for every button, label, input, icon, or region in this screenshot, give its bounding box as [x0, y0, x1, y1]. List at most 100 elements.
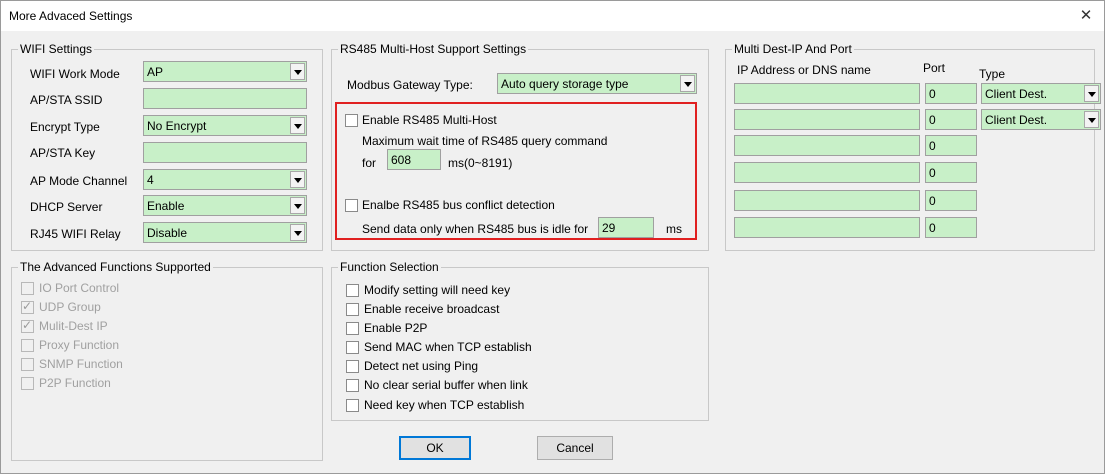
dest-port-field[interactable]: 0	[925, 162, 977, 183]
dest-port-value: 0	[929, 166, 936, 180]
dest-port-field[interactable]: 0	[925, 190, 977, 211]
receive-broadcast-label: Enable receive broadcast	[364, 302, 500, 316]
window-title: More Advaced Settings	[9, 9, 133, 23]
dest-type-value: Client Dest.	[985, 87, 1048, 101]
multihost-label: Enable RS485 Multi-Host	[362, 113, 497, 127]
multi-dest-checkbox: ✓	[21, 318, 34, 333]
enable-p2p-label: Enable P2P	[364, 321, 428, 335]
function-selection-title: Function Selection	[338, 260, 441, 274]
dest-port-value: 0	[929, 87, 936, 101]
dhcp-value: Enable	[147, 199, 185, 213]
key-field[interactable]	[143, 142, 307, 163]
dest-ip-field[interactable]	[734, 217, 920, 238]
gateway-label: Modbus Gateway Type:	[347, 78, 473, 92]
advanced-functions-title: The Advanced Functions Supported	[18, 260, 213, 274]
encrypt-label: Encrypt Type	[30, 120, 100, 134]
chevron-down-icon[interactable]	[680, 75, 695, 92]
udp-group-label: UDP Group	[39, 300, 101, 314]
idle-time-unit: ms	[666, 222, 682, 236]
dest-port-field[interactable]: 0	[925, 217, 977, 238]
dest-ip-field[interactable]	[734, 83, 920, 104]
enable-p2p-checkbox[interactable]	[346, 322, 359, 335]
port-column-header: Port	[923, 61, 946, 75]
ip-column-header: IP Address or DNS name	[737, 63, 871, 77]
key-label: AP/STA Key	[30, 146, 96, 160]
chevron-down-icon[interactable]	[290, 63, 305, 80]
dest-type-select[interactable]: Client Dest.	[981, 83, 1101, 104]
wait-time-value: 608	[391, 153, 412, 167]
type-column-header: Type	[979, 67, 1006, 81]
wifi-settings-title: WIFI Settings	[18, 42, 95, 56]
chevron-down-icon[interactable]	[1084, 111, 1099, 128]
send-mac-checkbox[interactable]	[346, 341, 359, 354]
dest-ip-field[interactable]	[734, 162, 920, 183]
dest-port-value: 0	[929, 113, 936, 127]
detect-ping-label: Detect net using Ping	[364, 359, 479, 373]
io-port-checkbox	[21, 282, 34, 295]
dest-type-select[interactable]: Client Dest.	[981, 109, 1101, 130]
dest-type-value: Client Dest.	[985, 113, 1048, 127]
dhcp-label: DHCP Server	[30, 200, 103, 214]
work-mode-select[interactable]: AP	[143, 61, 307, 82]
io-port-label: IO Port Control	[39, 281, 120, 295]
ssid-label: AP/STA SSID	[30, 93, 103, 107]
ssid-field[interactable]	[143, 88, 307, 109]
need-key-tcp-checkbox[interactable]	[346, 399, 359, 412]
dest-port-field[interactable]: 0	[925, 109, 977, 130]
checkmark-icon: ✓	[22, 318, 33, 332]
snmp-label: SNMP Function	[39, 357, 123, 371]
no-clear-buffer-label: No clear serial buffer when link	[364, 378, 528, 392]
checkmark-icon: ✓	[22, 299, 33, 313]
chevron-down-icon[interactable]	[1084, 85, 1099, 102]
idle-time-value: 29	[602, 221, 616, 235]
dest-ip-field[interactable]	[734, 109, 920, 130]
chevron-down-icon[interactable]	[290, 171, 305, 188]
title-bar: More Advaced Settings ✕	[1, 1, 1104, 31]
gateway-value: Auto query storage type	[501, 77, 629, 91]
dest-port-value: 0	[929, 194, 936, 208]
for-label: for	[362, 156, 377, 170]
wait-time-text: Maximum wait time of RS485 query command	[362, 134, 608, 148]
idle-text: Send data only when RS485 bus is idle fo…	[362, 222, 589, 236]
need-key-tcp-label: Need key when TCP establish	[364, 398, 525, 412]
p2p-function-checkbox	[21, 377, 34, 390]
work-mode-value: AP	[147, 65, 164, 79]
idle-time-input[interactable]: 29	[598, 217, 654, 238]
gateway-select[interactable]: Auto query storage type	[497, 73, 697, 94]
relay-select[interactable]: Disable	[143, 222, 307, 243]
conflict-checkbox[interactable]	[345, 199, 358, 212]
encrypt-select[interactable]: No Encrypt	[143, 115, 307, 136]
no-clear-buffer-checkbox[interactable]	[346, 379, 359, 392]
modify-key-checkbox[interactable]	[346, 284, 359, 297]
multihost-checkbox[interactable]	[345, 114, 358, 127]
chevron-down-icon[interactable]	[290, 197, 305, 214]
udp-group-checkbox: ✓	[21, 299, 34, 314]
rs485-title: RS485 Multi-Host Support Settings	[338, 42, 529, 56]
chevron-down-icon[interactable]	[290, 117, 305, 134]
proxy-checkbox	[21, 339, 34, 352]
wait-time-unit: ms(0~8191)	[448, 156, 513, 170]
relay-value: Disable	[147, 226, 188, 240]
dest-port-value: 0	[929, 139, 936, 153]
detect-ping-checkbox[interactable]	[346, 360, 359, 373]
multidest-title: Multi Dest-IP And Port	[732, 42, 854, 56]
dest-port-field[interactable]: 0	[925, 135, 977, 156]
modify-key-label: Modify setting will need key	[364, 283, 511, 297]
snmp-checkbox	[21, 358, 34, 371]
cancel-button[interactable]: Cancel	[537, 436, 613, 460]
multi-dest-label: Mulit-Dest IP	[39, 319, 108, 333]
channel-value: 4	[147, 173, 154, 187]
channel-select[interactable]: 4	[143, 169, 307, 190]
wait-time-input[interactable]: 608	[387, 149, 441, 170]
close-icon[interactable]: ✕	[1076, 6, 1096, 26]
chevron-down-icon[interactable]	[290, 224, 305, 241]
ok-button[interactable]: OK	[399, 436, 471, 460]
channel-label: AP Mode Channel	[30, 174, 128, 188]
proxy-label: Proxy Function	[39, 338, 120, 352]
dialog-window: More Advaced Settings ✕ WIFI Settings WI…	[0, 0, 1105, 474]
dest-ip-field[interactable]	[734, 135, 920, 156]
receive-broadcast-checkbox[interactable]	[346, 303, 359, 316]
dest-ip-field[interactable]	[734, 190, 920, 211]
dest-port-field[interactable]: 0	[925, 83, 977, 104]
dhcp-select[interactable]: Enable	[143, 195, 307, 216]
